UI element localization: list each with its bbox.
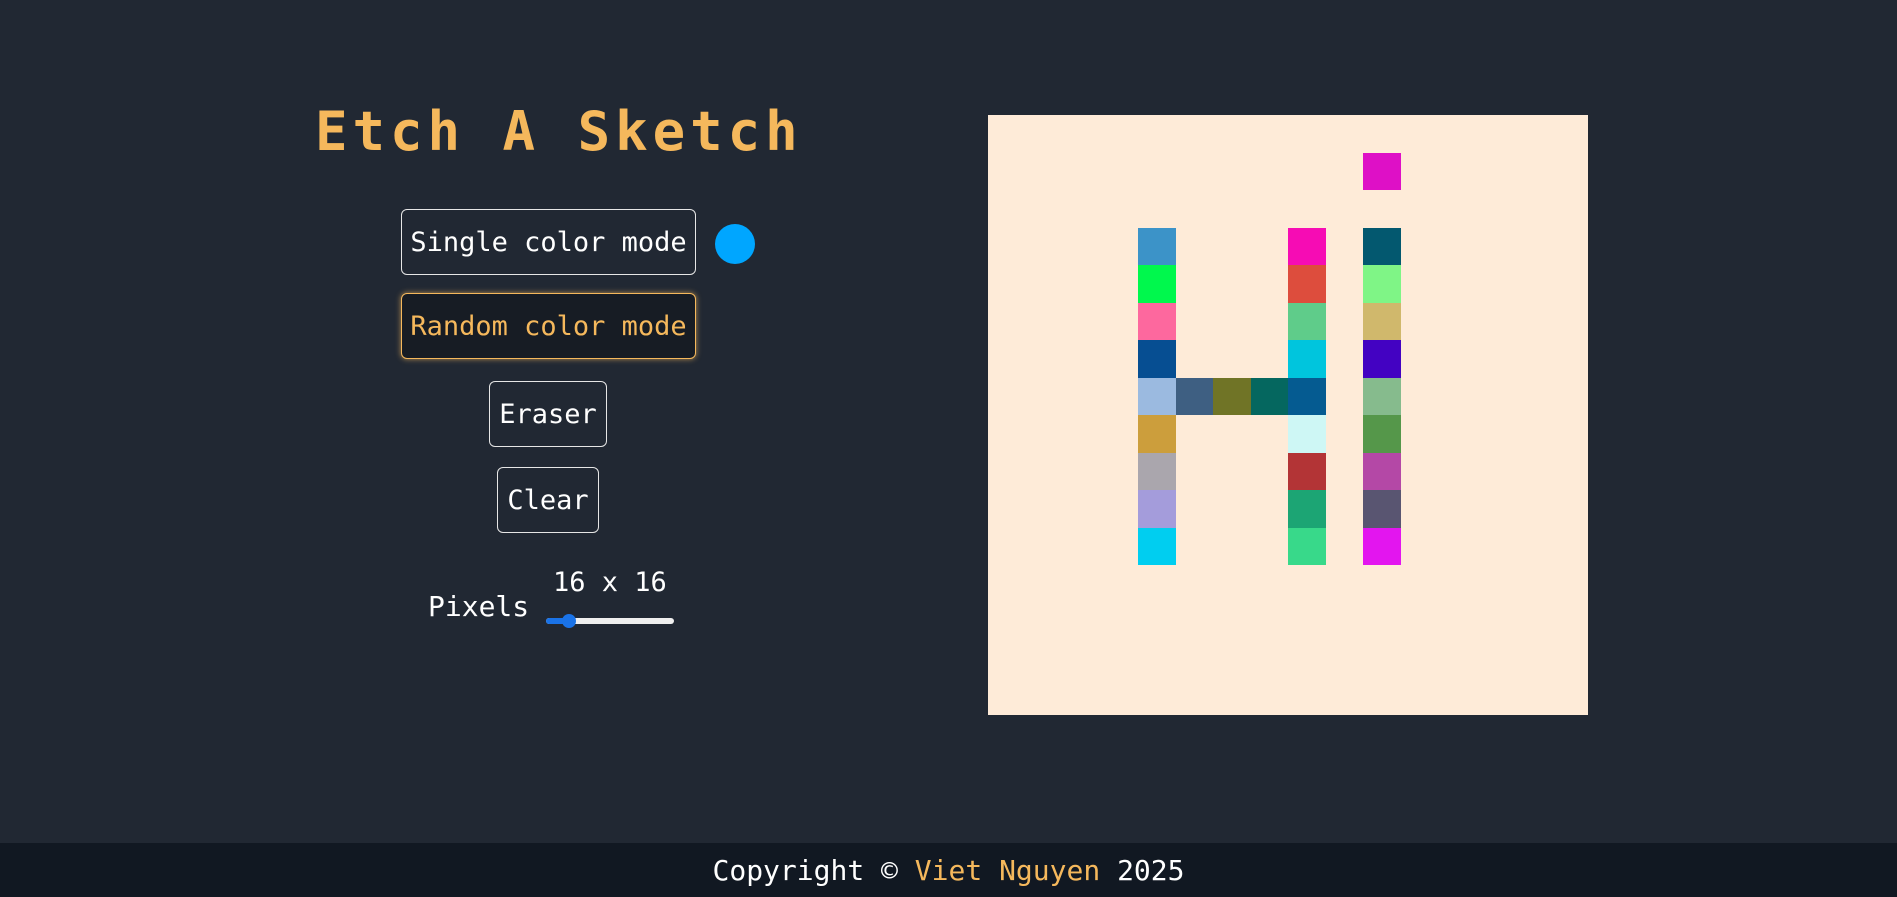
grid-cell[interactable] xyxy=(1288,265,1326,303)
footer-author: Viet Nguyen xyxy=(914,853,1101,887)
grid-cell[interactable] xyxy=(1363,302,1401,340)
grid-cell[interactable] xyxy=(1363,265,1401,303)
footer-year: 2025 xyxy=(1100,853,1185,887)
grid-cell[interactable] xyxy=(1138,227,1176,265)
grid-cell[interactable] xyxy=(1288,377,1326,415)
grid-cell[interactable] xyxy=(1288,415,1326,453)
grid-cell[interactable] xyxy=(1363,527,1401,565)
grid-cell[interactable] xyxy=(1175,377,1213,415)
color-picker[interactable] xyxy=(715,224,755,264)
grid-cell[interactable] xyxy=(1138,527,1176,565)
slider-thumb[interactable] xyxy=(562,614,577,628)
grid-cell[interactable] xyxy=(1213,377,1251,415)
grid-cell[interactable] xyxy=(1363,340,1401,378)
clear-button[interactable]: Clear xyxy=(497,467,599,533)
eraser-button[interactable]: Eraser xyxy=(489,381,607,447)
grid-cell[interactable] xyxy=(1288,527,1326,565)
grid-size-readout: 16 x 16 xyxy=(553,567,667,598)
grid-size-slider[interactable] xyxy=(546,614,674,628)
grid-cell[interactable] xyxy=(1138,340,1176,378)
sketch-canvas[interactable] xyxy=(988,115,1588,715)
grid-cell[interactable] xyxy=(1138,490,1176,528)
random-color-mode-button[interactable]: Random color mode xyxy=(401,293,696,359)
grid-cell[interactable] xyxy=(1288,302,1326,340)
grid-cell[interactable] xyxy=(1288,227,1326,265)
grid-cell[interactable] xyxy=(1363,377,1401,415)
grid-cell[interactable] xyxy=(1138,377,1176,415)
footer-prefix: Copyright © xyxy=(712,853,915,887)
grid-cell[interactable] xyxy=(1363,415,1401,453)
grid-cell[interactable] xyxy=(1363,227,1401,265)
grid-cell[interactable] xyxy=(1288,452,1326,490)
page-title: Etch A Sketch xyxy=(315,100,803,163)
grid-cell[interactable] xyxy=(1288,340,1326,378)
single-color-mode-button[interactable]: Single color mode xyxy=(401,209,696,275)
grid-cell[interactable] xyxy=(1138,452,1176,490)
grid-cell[interactable] xyxy=(1250,377,1288,415)
grid-cell[interactable] xyxy=(1363,152,1401,190)
footer: Copyright © Viet Nguyen 2025 xyxy=(0,843,1897,897)
grid-cell[interactable] xyxy=(1138,265,1176,303)
grid-cell[interactable] xyxy=(1363,452,1401,490)
grid-cell[interactable] xyxy=(1363,490,1401,528)
grid-cell[interactable] xyxy=(1138,415,1176,453)
pixels-label: Pixels xyxy=(428,590,530,623)
grid-cell[interactable] xyxy=(1288,490,1326,528)
grid-cell[interactable] xyxy=(1138,302,1176,340)
